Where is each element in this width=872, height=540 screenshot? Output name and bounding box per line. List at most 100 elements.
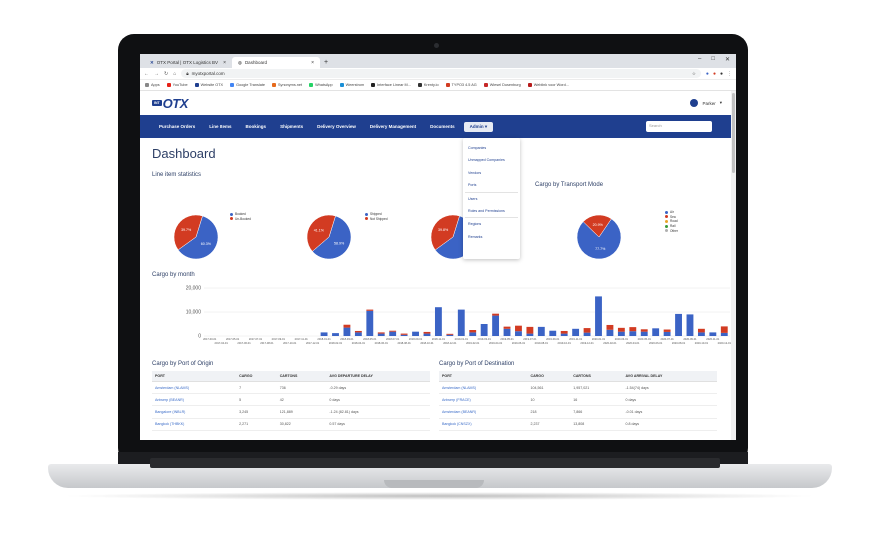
legend-item[interactable]: Other <box>665 228 678 233</box>
bar-air[interactable] <box>652 328 660 336</box>
admin-menu-item[interactable]: Remarks <box>463 231 520 243</box>
scrollbar-thumb[interactable] <box>732 93 735 173</box>
bar-air[interactable] <box>640 331 648 336</box>
port-link[interactable]: Bangkok (CNSZX) <box>439 418 528 431</box>
bar-air[interactable] <box>366 310 374 336</box>
bar-air[interactable] <box>560 333 568 336</box>
bar-air[interactable] <box>617 331 625 336</box>
reload-icon[interactable]: ↻ <box>164 71 168 77</box>
bar-sea[interactable] <box>377 332 385 334</box>
bar-air[interactable] <box>480 324 488 336</box>
otx-logo[interactable]: INT OTX <box>152 96 188 111</box>
nav-purchase-orders[interactable]: Purchase Orders <box>152 124 202 129</box>
bookmark-item[interactable]: YouTube <box>166 83 188 87</box>
forward-icon[interactable]: → <box>154 71 159 77</box>
admin-menu-item[interactable]: Regions <box>463 218 520 230</box>
bar-sea[interactable] <box>526 326 534 334</box>
bookmark-item[interactable]: Weerstrom <box>339 83 364 87</box>
bar-air[interactable] <box>377 333 385 336</box>
extension-icon[interactable]: ● <box>706 71 709 77</box>
bar-air[interactable] <box>400 334 408 336</box>
column-header[interactable]: AVG DEPARTURE DELAY <box>326 371 430 382</box>
column-header[interactable]: CARTONS <box>276 371 327 382</box>
bar-sea[interactable] <box>583 328 591 333</box>
bar-air[interactable] <box>423 333 431 336</box>
minimize-button[interactable]: – <box>698 56 701 63</box>
column-header[interactable]: AVG ARRIVAL DELAY <box>622 371 717 382</box>
bar-sea[interactable] <box>515 325 522 332</box>
bar-air[interactable] <box>457 309 465 336</box>
admin-menu-item[interactable]: Ports <box>463 179 520 191</box>
nav-bookings[interactable]: Bookings <box>239 124 274 129</box>
bookmark-item[interactable]: Weblink voor Word... <box>527 83 569 87</box>
column-header[interactable]: PORT <box>439 371 528 382</box>
user-menu[interactable]: Parker ▾ <box>690 99 722 107</box>
extension-icon[interactable]: ● <box>713 71 716 77</box>
bar-air[interactable] <box>697 332 705 336</box>
bar-sea[interactable] <box>617 327 625 332</box>
nav-delivery-overview[interactable]: Delivery Overview <box>310 124 363 129</box>
new-tab-button[interactable]: + <box>320 57 332 68</box>
bar-air[interactable] <box>583 332 591 336</box>
bookmark-item[interactable]: Krenty.io <box>417 83 439 87</box>
port-link[interactable]: Amsterdam (NLAMS) <box>439 381 528 395</box>
column-header[interactable]: CARTONS <box>570 371 623 382</box>
bookmark-item[interactable]: Wiesel Dusenburg <box>483 83 521 87</box>
bar-air[interactable] <box>686 314 694 336</box>
bar-sea[interactable] <box>640 329 648 332</box>
bar-air[interactable] <box>606 329 614 336</box>
extension-icon[interactable]: ● <box>720 71 723 77</box>
bar-sea[interactable] <box>560 330 568 334</box>
bar-sea[interactable] <box>389 330 397 332</box>
bar-air[interactable] <box>343 327 351 336</box>
column-header[interactable]: PORT <box>152 371 237 382</box>
bar-sea[interactable] <box>343 324 351 328</box>
browser-tab-otx[interactable]: ✕ OTX Portal | OTX Logistics BV × <box>144 57 232 68</box>
port-link[interactable]: Antwerp (FRACE) <box>439 393 528 407</box>
bar-air[interactable] <box>492 315 500 336</box>
bar-air[interactable] <box>332 333 339 336</box>
bar-sea[interactable] <box>400 333 408 335</box>
bar-sea[interactable] <box>423 331 431 334</box>
bar-sea[interactable] <box>446 333 454 335</box>
back-icon[interactable]: ← <box>144 71 149 77</box>
bar-sea[interactable] <box>492 313 500 316</box>
bookmark-item[interactable]: Apps <box>145 83 160 87</box>
bar-air[interactable] <box>526 333 534 336</box>
bar-sea[interactable] <box>503 326 511 329</box>
page-scrollbar[interactable] <box>731 91 736 440</box>
port-link[interactable]: Amsterdam (NLAMS) <box>152 381 237 395</box>
bar-air[interactable] <box>675 313 682 336</box>
nav-line-items[interactable]: Line Items <box>202 124 238 129</box>
admin-menu-item[interactable]: Roles and Permissions <box>463 205 520 217</box>
column-header[interactable]: CARGO <box>527 371 571 382</box>
bar-sea[interactable] <box>629 327 637 332</box>
bar-sea[interactable] <box>354 330 362 333</box>
legend-item[interactable]: Not Shipped <box>365 217 388 222</box>
column-header[interactable]: CARGO <box>236 371 277 382</box>
nav-shipments[interactable]: Shipments <box>273 124 310 129</box>
bar-air[interactable] <box>354 332 362 336</box>
menu-icon[interactable]: ⋮ <box>727 71 732 77</box>
bookmark-item[interactable]: TYPO3 4.5 AG <box>445 83 477 87</box>
bar-air[interactable] <box>515 331 522 336</box>
address-bar[interactable]: 🔒︎ myotxportal.com ☆ <box>181 69 701 78</box>
bar-sea[interactable] <box>697 328 705 333</box>
bar-air[interactable] <box>320 332 328 336</box>
bar-air[interactable] <box>446 334 454 336</box>
port-link[interactable]: Amsterdam (BEANR) <box>439 405 528 419</box>
bar-sea[interactable] <box>720 326 728 333</box>
bar-air[interactable] <box>595 296 602 336</box>
admin-menu-item[interactable]: Unmapped Companies <box>463 154 520 166</box>
bookmark-item[interactable]: Google Translate <box>230 83 265 87</box>
search-input[interactable]: Search <box>646 121 712 132</box>
port-link[interactable]: Bangalore (INBLR) <box>152 405 237 419</box>
maximize-button[interactable]: □ <box>711 56 715 63</box>
bar-air[interactable] <box>469 332 477 336</box>
legend-item[interactable]: Un-Booked <box>230 217 251 222</box>
nav-admin-dropdown[interactable]: Admin ▾ <box>463 121 494 132</box>
nav-delivery-management[interactable]: Delivery Management <box>363 124 423 129</box>
port-link[interactable]: Antwerp (BEANR) <box>152 393 237 407</box>
bar-air[interactable] <box>572 328 580 336</box>
browser-tab-dashboard[interactable]: ◍ Dashboard × <box>232 57 320 68</box>
